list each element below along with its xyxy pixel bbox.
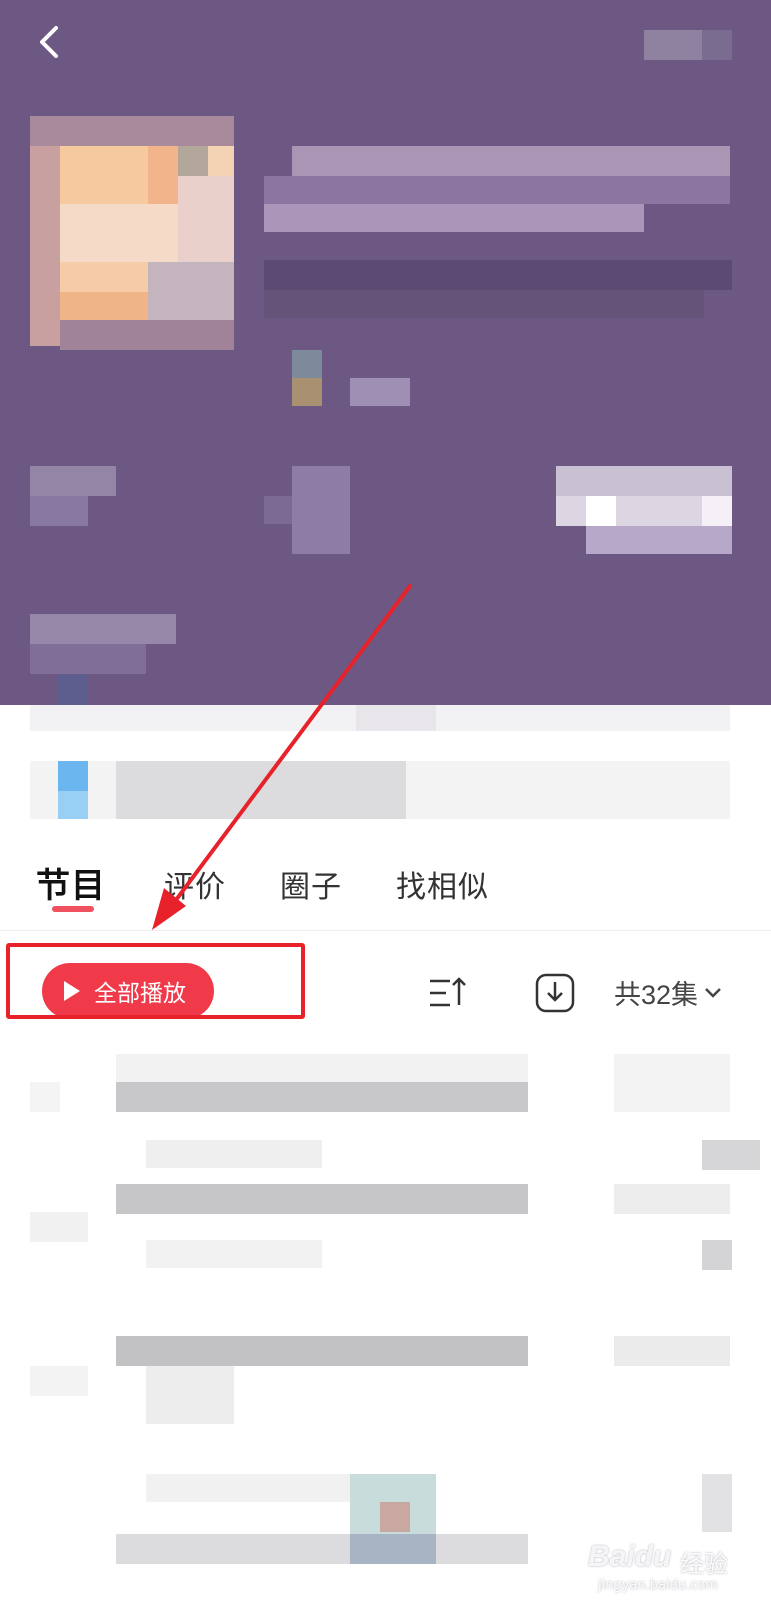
blurred-pixel [58,674,88,705]
chevron-left-icon [40,26,58,58]
blurred-pixel [264,496,292,524]
tab-programs[interactable]: 节目 [36,858,106,907]
blurred-subscribe-button[interactable] [556,466,732,554]
baidu-watermark: Baidu 经验 jingyan.baidu.com [588,1536,768,1596]
annotation-highlight-box [6,943,305,1019]
blurred-subtitle [264,204,644,232]
sort-icon[interactable] [428,973,468,1013]
episode-count: 共32集 [614,980,699,1010]
blurred-tag [350,378,410,406]
blurred-share-icon[interactable] [644,30,702,60]
tab-reviews[interactable]: 评价 [164,862,226,906]
list-item[interactable] [0,1040,771,1180]
list-item[interactable] [0,1184,771,1324]
back-button[interactable] [32,20,72,64]
blurred-pixel [292,350,322,378]
download-icon[interactable] [535,973,575,1013]
blurred-pixel [292,378,322,406]
watermark-url: jingyan.baidu.com [598,1578,718,1593]
watermark-logo: Baidu [588,1540,672,1573]
blurred-text [30,644,146,674]
tab-find-similar[interactable]: 找相似 [396,862,489,906]
tab-circle[interactable]: 圈子 [280,862,342,906]
chevron-down-icon [705,987,721,998]
blurred-author [264,260,732,290]
content-tabs: 节目 评价 圈子 找相似 [0,850,771,931]
blurred-pixel [702,30,732,60]
blurred-author [264,290,704,318]
blurred-subtitle [264,176,730,204]
blurred-title [292,146,730,176]
blurred-stat [292,466,350,554]
blurred-stat [30,466,116,496]
blurred-info-strip [0,705,771,825]
episode-count-selector[interactable]: 共32集 [614,973,724,1012]
tab-indicator [52,906,94,912]
episode-list [0,1040,771,1600]
watermark-cn: 经验 [680,1551,728,1578]
list-item[interactable] [0,1336,771,1476]
blurred-text [30,614,176,644]
album-header [0,0,771,705]
blurred-stat [30,496,88,526]
blurred-album-cover [30,116,234,350]
